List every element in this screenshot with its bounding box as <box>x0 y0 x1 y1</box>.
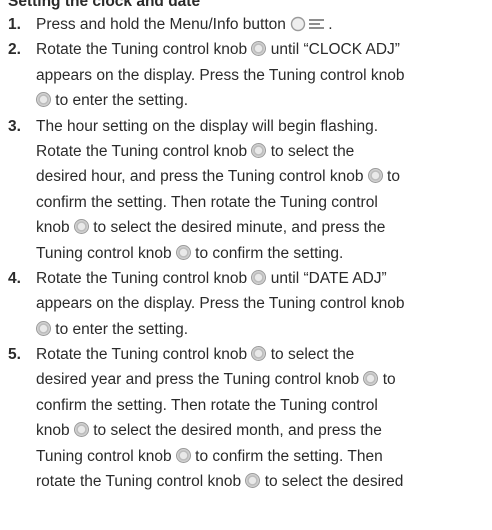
step-text-line: Rotate the Tuning control knob to select… <box>36 342 492 367</box>
step-text: Rotate the Tuning control knob <box>36 269 252 287</box>
step-text: to select the <box>266 142 355 160</box>
steps-list: 1. Press and hold the Menu/Info button .2… <box>0 12 492 494</box>
step-item: 3. The hour setting on the display will b… <box>0 114 492 266</box>
step-item: 2. Rotate the Tuning control knob until “… <box>0 37 492 113</box>
step-text: appears on the display. Press the Tuning… <box>36 66 405 84</box>
tuning-knob-icon <box>175 244 191 260</box>
step-text: The hour setting on the display will beg… <box>36 117 379 135</box>
step-text-line: appears on the display. Press the Tuning… <box>36 63 492 88</box>
tuning-knob-icon <box>73 422 89 438</box>
step-text: to confirm the setting. <box>190 244 344 262</box>
manual-page: Setting the clock and date 1. Press and h… <box>0 0 492 530</box>
step-text-line: desired year and press the Tuning contro… <box>36 367 492 392</box>
step-text-line: knob to select the desired month, and pr… <box>36 418 492 443</box>
step-text: knob <box>36 219 74 237</box>
step-text-line: Rotate the Tuning control knob until “CL… <box>36 37 492 62</box>
step-text-line: The hour setting on the display will beg… <box>36 114 492 139</box>
step-text-line: desired hour, and press the Tuning contr… <box>36 164 492 189</box>
step-text-line: Rotate the Tuning control knob until “DA… <box>36 266 492 291</box>
step-item: 1. Press and hold the Menu/Info button . <box>0 12 492 37</box>
step-text-line: Rotate the Tuning control knob to select… <box>36 139 492 164</box>
tuning-knob-icon <box>73 219 89 235</box>
tuning-knob-icon <box>245 473 261 489</box>
tuning-knob-icon <box>175 447 191 463</box>
step-text-line: appears on the display. Press the Tuning… <box>36 291 492 316</box>
tuning-knob-icon <box>363 371 379 387</box>
step-text-line: rotate the Tuning control knob to select… <box>36 469 492 494</box>
step-text-line: confirm the setting. Then rotate the Tun… <box>36 190 492 215</box>
step-text: to confirm the setting. Then <box>190 447 383 465</box>
step-text: Press and hold the Menu/Info button <box>36 16 291 33</box>
step-text: until “DATE ADJ” <box>266 269 387 287</box>
step-text-line: Tuning control knob to confirm the setti… <box>36 444 492 469</box>
step-text: Tuning control knob <box>36 447 176 465</box>
tuning-knob-icon <box>251 41 267 57</box>
step-text: knob <box>36 422 74 440</box>
tuning-knob-icon <box>251 269 267 285</box>
step-number: 5. <box>8 346 21 364</box>
step-text: Rotate the Tuning control knob <box>36 41 252 59</box>
step-text-line: to enter the setting. <box>36 317 492 342</box>
step-item: 4. Rotate the Tuning control knob until “… <box>0 266 492 342</box>
step-text-line: Press and hold the Menu/Info button . <box>36 12 492 37</box>
step-text: desired year and press the Tuning contro… <box>36 371 364 389</box>
tuning-knob-icon <box>251 142 267 158</box>
step-text: to select the desired minute, and press … <box>88 219 386 237</box>
step-text: desired hour, and press the Tuning contr… <box>36 168 368 186</box>
step-item: 5. Rotate the Tuning control knob to sele… <box>0 342 492 494</box>
tuning-knob-icon <box>36 320 51 336</box>
step-text: . <box>328 16 333 33</box>
menu-info-button-icon <box>290 15 328 32</box>
step-text: confirm the setting. Then rotate the Tun… <box>36 396 378 414</box>
step-text: to <box>382 168 400 186</box>
step-number: 2. <box>8 41 21 59</box>
step-text: confirm the setting. Then rotate the Tun… <box>36 193 378 211</box>
step-text: until “CLOCK ADJ” <box>266 41 400 59</box>
step-number: 4. <box>8 269 21 287</box>
tuning-knob-icon <box>251 346 267 362</box>
step-text: appears on the display. Press the Tuning… <box>36 295 405 313</box>
step-text: to <box>378 371 396 389</box>
step-text: rotate the Tuning control knob <box>36 473 246 491</box>
step-text: Tuning control knob <box>36 244 176 262</box>
step-text: to select the desired month, and press t… <box>88 422 382 440</box>
step-text: to select the desired <box>260 473 404 491</box>
step-text: Rotate the Tuning control knob <box>36 346 252 364</box>
step-text: to enter the setting. <box>51 320 189 338</box>
step-number: 3. <box>8 117 21 135</box>
step-number: 1. <box>8 16 21 33</box>
step-text-line: knob to select the desired minute, and p… <box>36 215 492 240</box>
tuning-knob-icon <box>36 92 51 108</box>
step-text: to select the <box>266 346 355 364</box>
step-text-line: confirm the setting. Then rotate the Tun… <box>36 393 492 418</box>
step-text-line: Tuning control knob to confirm the setti… <box>36 241 492 266</box>
step-text: to enter the setting. <box>51 92 189 110</box>
step-text: Rotate the Tuning control knob <box>36 142 252 160</box>
step-text-line: to enter the setting. <box>36 88 492 113</box>
tuning-knob-icon <box>367 168 383 184</box>
